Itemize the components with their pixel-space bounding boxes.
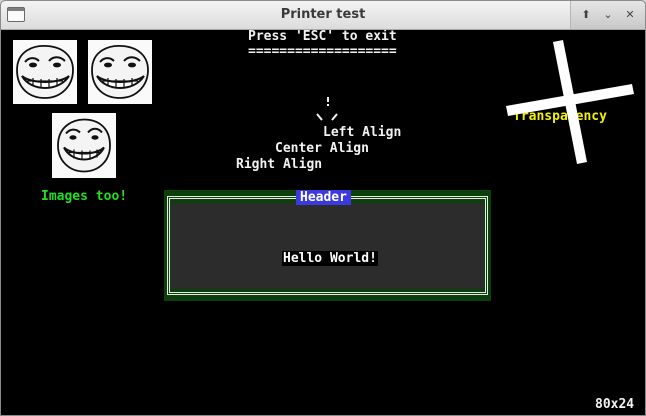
terminal-screen: Images too! Press 'ESC' to exit ========… [1, 30, 645, 415]
window-title: Printer test [280, 7, 366, 22]
trollface-image [52, 113, 116, 178]
dialog-body: Hello World! [171, 203, 484, 289]
close-icon[interactable]: ✕ [623, 8, 637, 22]
dialog-box: Hello World! Header [164, 190, 491, 301]
images-caption: Images too! [41, 189, 128, 204]
app-window: Printer test ⬆ ⌄ ✕ Images too! Press 'ES… [0, 0, 646, 416]
alignment-anchor-icon [316, 97, 338, 121]
terminal-size-readout: 80x24 [595, 397, 635, 412]
right-align-text: Right Align [236, 157, 323, 172]
title-bar[interactable]: Printer test ⬆ ⌄ ✕ [1, 1, 645, 30]
exit-prompt: Press 'ESC' to exit [248, 30, 397, 44]
exit-prompt-underline: =================== [248, 44, 397, 59]
dialog-header: Header [296, 190, 351, 205]
trollface-image [88, 40, 152, 104]
transparency-cross-icon [506, 40, 634, 164]
trollface-image [13, 40, 77, 104]
dialog-message: Hello World! [282, 251, 378, 266]
minimize-icon[interactable]: ⌄ [601, 8, 615, 22]
window-controls: ⬆ ⌄ ✕ [570, 1, 645, 29]
move-up-icon[interactable]: ⬆ [579, 8, 593, 22]
left-align-text: Left Align [323, 125, 402, 140]
center-align-text: Center Align [275, 141, 369, 156]
